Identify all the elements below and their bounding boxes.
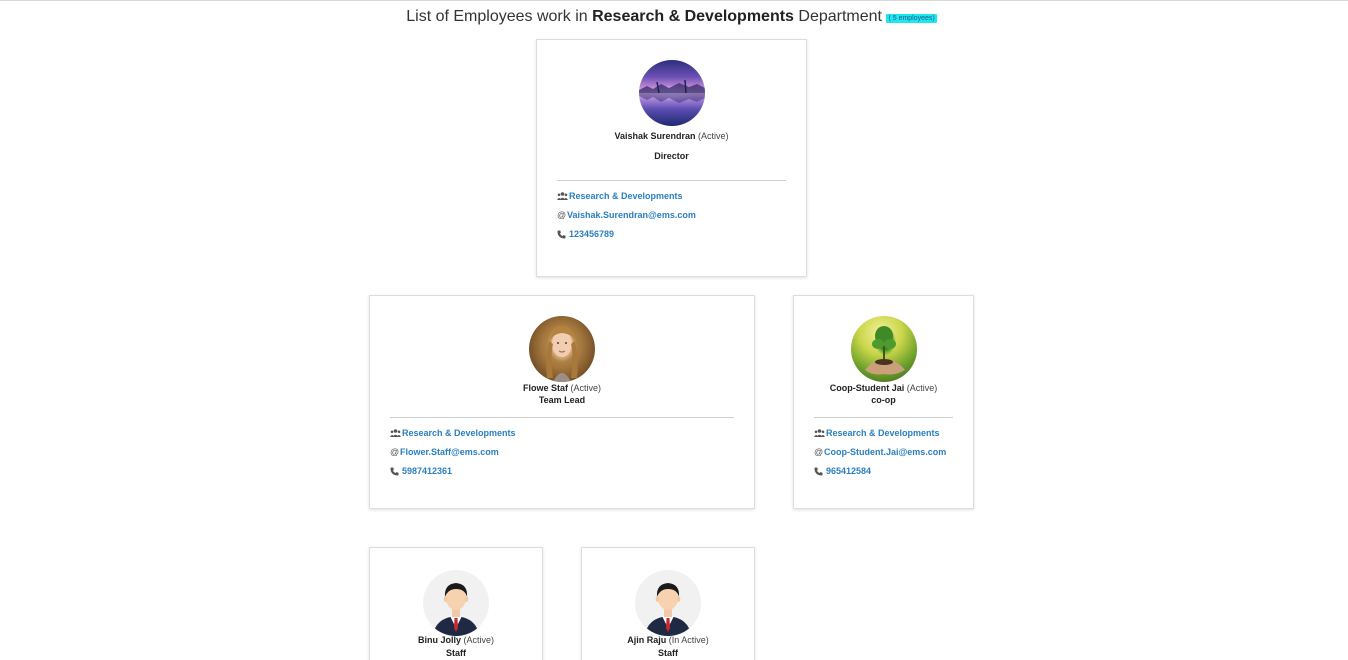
employee-role: Staff [446,648,466,658]
employee-status: (Active) [906,383,938,393]
email-link[interactable]: @ Vaishak.Surendran@ems.com [557,210,786,220]
employee-card: Ajin Raju (In Active) Staff [581,547,755,660]
email-link[interactable]: @ Flower.Staff@ems.com [390,447,734,457]
employee-name: Binu Jolly (Active) [417,635,495,645]
employee-count-badge: ( 5 employees) [886,14,937,23]
employee-card: Coop-Student Jai (Active) co-op Research… [793,295,974,509]
email-link[interactable]: @ Coop-Student.Jai@ems.com [814,447,973,457]
phone-link[interactable]: 123456789 [557,229,786,239]
employee-name: Ajin Raju (In Active) [627,635,709,645]
employee-status: (Active) [698,131,729,141]
businessman-icon [645,583,691,636]
users-icon [557,192,569,200]
employee-role: co-op [871,395,896,405]
employee-status: (Active) [570,383,602,393]
employee-card: Binu Jolly (Active) Staff [369,547,543,660]
title-department: Research & Developments [592,8,794,25]
employee-name: Flowe Staf (Active) [522,383,602,393]
employee-role: Team Lead [538,395,586,405]
employee-role: Director [654,151,689,161]
employee-name: Coop-Student Jai (Active) [829,383,938,393]
phone-link[interactable]: 965412584 [814,466,973,476]
phone-icon [390,466,402,476]
employee-card: Vaishak Surendran (Active) Director Rese… [536,39,807,277]
phone-icon [557,229,569,239]
users-icon [814,429,826,437]
employee-name: Vaishak Surendran (Active) [614,131,729,141]
employee-role: Staff [658,648,678,658]
users-icon [390,429,402,437]
businessman-icon [433,583,479,636]
avatar [423,570,489,636]
avatar [529,316,595,382]
department-link[interactable]: Research & Developments [557,191,786,201]
department-link[interactable]: Research & Developments [390,428,734,438]
phone-icon [814,466,826,476]
at-icon: @ [557,210,567,220]
avatar [635,570,701,636]
title-suffix: Department [798,8,882,25]
department-link[interactable]: Research & Developments [814,428,973,438]
avatar [850,316,917,382]
page-title: List of Employees work in Research & Dev… [0,8,1343,26]
employee-status: (Active) [463,635,495,645]
avatar [638,60,705,126]
employee-card: Flowe Staf (Active) Team Lead Research &… [369,295,755,509]
at-icon: @ [814,447,824,457]
at-icon: @ [390,447,400,457]
title-prefix: List of Employees work in [406,8,588,25]
phone-link[interactable]: 5987412361 [390,466,734,476]
employee-status: (In Active) [668,635,709,645]
